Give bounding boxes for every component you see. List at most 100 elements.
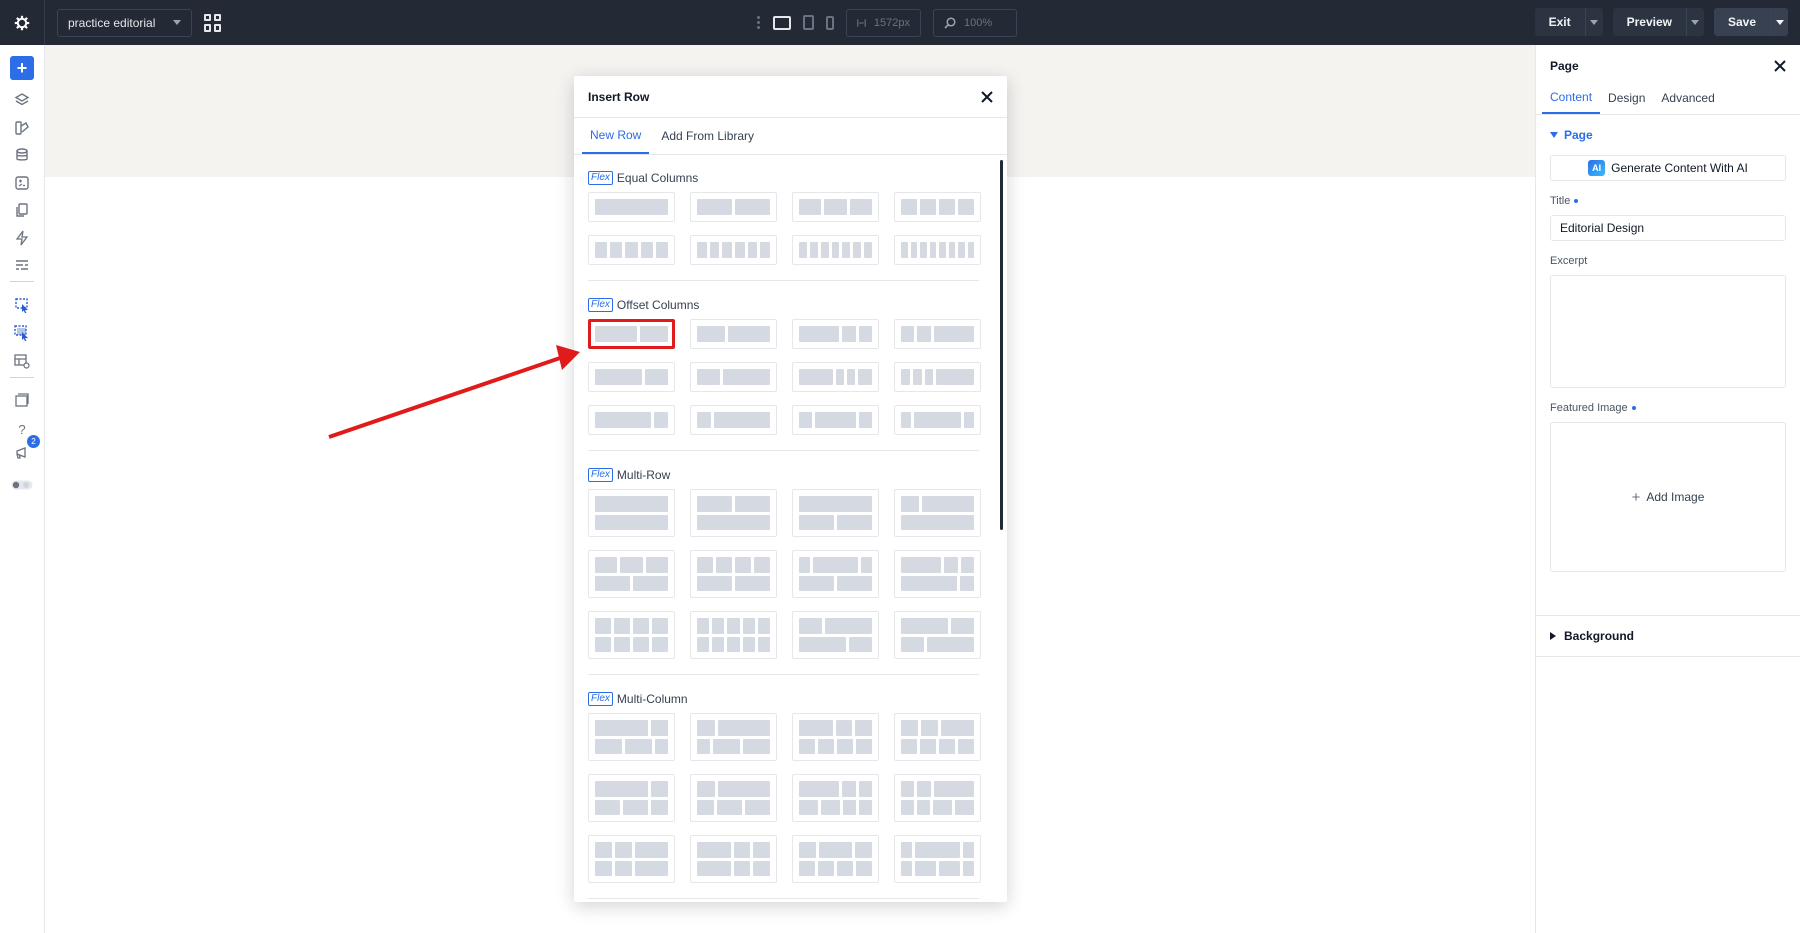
multi-select-cursor-icon[interactable] [10, 321, 34, 345]
required-dot-icon [1574, 199, 1579, 203]
settings-sliders-icon[interactable] [10, 253, 34, 277]
tab-design[interactable]: Design [1600, 81, 1653, 114]
select-cursor-icon[interactable] [10, 293, 34, 317]
layout-tile[interactable] [690, 550, 777, 598]
settings-gear-icon[interactable] [0, 0, 45, 45]
layout-tile[interactable] [588, 192, 675, 222]
layout-tile[interactable] [894, 611, 981, 659]
layout-tile[interactable] [690, 405, 777, 435]
layout-tile[interactable] [690, 489, 777, 537]
layout-tile[interactable] [894, 774, 981, 822]
layout-tile[interactable] [588, 489, 675, 537]
background-group-toggle[interactable]: Background [1536, 615, 1800, 657]
tab-advanced[interactable]: Advanced [1653, 81, 1722, 114]
layout-tile[interactable] [792, 835, 879, 883]
row-layout-list: Flex Equal Columns Flex Offset Columns F… [574, 156, 1007, 902]
required-dot-icon [1631, 406, 1636, 410]
layout-tile[interactable] [894, 713, 981, 761]
layout-tile[interactable] [690, 235, 777, 265]
layout-tile[interactable] [894, 550, 981, 598]
layout-tile[interactable] [588, 835, 675, 883]
save-button[interactable]: Save [1713, 8, 1788, 36]
variables-icon[interactable] [10, 171, 34, 195]
layout-tile[interactable] [588, 405, 675, 435]
exit-dropdown-chevron-icon[interactable] [1584, 8, 1603, 36]
layout-tile[interactable] [894, 235, 981, 265]
tab-new-row[interactable]: New Row [582, 118, 650, 154]
tab-add-from-library[interactable]: Add From Library [653, 118, 762, 154]
modal-scrollbar[interactable] [1000, 160, 1003, 530]
layout-tile[interactable] [690, 362, 777, 392]
title-input[interactable]: Editorial Design [1550, 215, 1786, 241]
layout-tile[interactable] [588, 550, 675, 598]
layout-tile[interactable] [690, 713, 777, 761]
layout-tile[interactable] [690, 192, 777, 222]
layout-tile[interactable] [690, 774, 777, 822]
layout-tile[interactable] [588, 235, 675, 265]
generate-ai-button[interactable]: AI Generate Content With AI [1550, 155, 1786, 181]
close-icon[interactable] [1774, 60, 1786, 72]
generate-ai-label: Generate Content With AI [1611, 161, 1748, 175]
layout-tile[interactable] [894, 319, 981, 349]
close-icon[interactable] [981, 90, 993, 103]
layout-settings-icon[interactable] [10, 349, 34, 373]
layout-tile[interactable] [894, 405, 981, 435]
layout-tile[interactable] [792, 235, 879, 265]
layout-tile[interactable] [792, 319, 879, 349]
add-image-button[interactable]: + Add Image [1550, 422, 1786, 572]
save-dropdown-chevron-icon[interactable] [1770, 8, 1788, 36]
preview-button[interactable]: Preview [1612, 8, 1704, 36]
add-element-button[interactable]: + [10, 56, 34, 80]
more-vertical-icon[interactable] [757, 16, 761, 29]
layout-tile[interactable] [792, 774, 879, 822]
canvas-width-field[interactable]: 1572px [846, 8, 921, 37]
layout-tile-selected[interactable] [588, 319, 675, 349]
modal-header: Insert Row [574, 76, 1007, 118]
layout-tile[interactable] [894, 835, 981, 883]
desktop-view-icon[interactable] [773, 15, 791, 30]
layout-tile[interactable] [588, 611, 675, 659]
layout-tile[interactable] [792, 550, 879, 598]
layers-icon[interactable] [10, 88, 34, 112]
lightning-icon[interactable] [10, 226, 34, 250]
design-presets-icon[interactable] [10, 116, 34, 140]
exit-label: Exit [1548, 15, 1571, 29]
layout-tile[interactable] [792, 405, 879, 435]
layout-tile[interactable] [690, 319, 777, 349]
database-icon[interactable] [10, 143, 34, 167]
tab-content[interactable]: Content [1542, 81, 1601, 114]
layout-tile[interactable] [894, 192, 981, 222]
excerpt-textarea[interactable] [1550, 275, 1786, 388]
layout-tile[interactable] [588, 362, 675, 392]
layout-tile[interactable] [792, 192, 879, 222]
layout-grid-icon[interactable] [204, 13, 222, 32]
theme-toggle-icon[interactable] [10, 473, 34, 497]
exit-button[interactable]: Exit [1534, 8, 1603, 36]
layout-tile[interactable] [690, 611, 777, 659]
layout-tile[interactable] [588, 774, 675, 822]
layout-tile[interactable] [588, 713, 675, 761]
panel-header: Page [1536, 51, 1800, 81]
group-title: Page [1564, 128, 1593, 142]
notifications-icon[interactable]: 2 [10, 435, 40, 465]
modal-title: Insert Row [588, 89, 650, 104]
section-offset-columns: Flex Offset Columns [588, 297, 993, 313]
tablet-view-icon[interactable] [803, 15, 814, 30]
zoom-field[interactable]: 100% [933, 8, 1017, 37]
layout-tile[interactable] [792, 713, 879, 761]
preview-dropdown-chevron-icon[interactable] [1685, 8, 1704, 36]
phone-view-icon[interactable] [826, 15, 834, 30]
zoom-value: 100% [964, 16, 993, 29]
portability-icon[interactable] [10, 388, 34, 412]
layout-tile[interactable] [792, 489, 879, 537]
section-divider [588, 280, 979, 281]
layout-tile[interactable] [690, 835, 777, 883]
pages-icon[interactable] [10, 198, 34, 222]
layout-tile[interactable] [894, 489, 981, 537]
project-select[interactable]: practice editorial [57, 8, 192, 37]
layout-tile[interactable] [894, 362, 981, 392]
featured-image-label: Featured Image [1536, 402, 1800, 414]
layout-tile[interactable] [792, 611, 879, 659]
page-group-toggle[interactable]: Page [1536, 115, 1800, 155]
layout-tile[interactable] [792, 362, 879, 392]
